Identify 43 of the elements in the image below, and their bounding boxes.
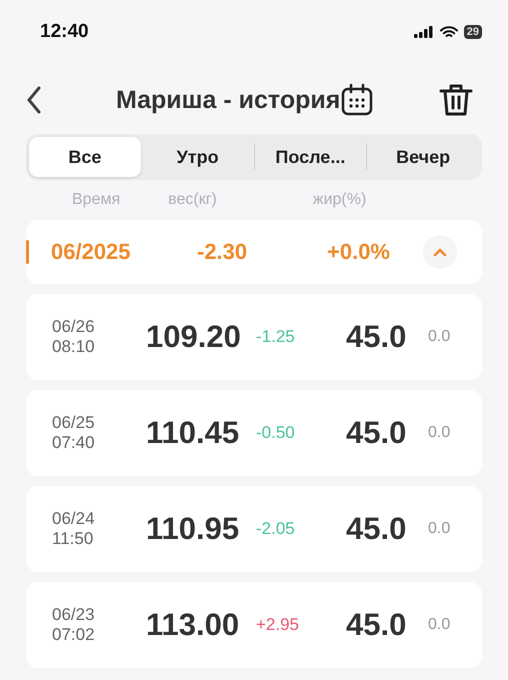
trash-icon[interactable]: [438, 82, 474, 118]
entry-date: 06/25: [52, 413, 96, 433]
fat-delta: 0.0: [428, 616, 450, 634]
fat-delta: 0.0: [428, 424, 450, 442]
entry-card[interactable]: 06/23 07:02 113.00 +2.95 45.0 0.0: [26, 582, 482, 668]
month-fat-change: +0.0%: [327, 239, 391, 265]
entry-card[interactable]: 06/25 07:40 110.45 -0.50 45.0 0.0: [26, 390, 482, 476]
entry-fat: 45.0: [346, 511, 408, 547]
wifi-icon: [440, 26, 458, 38]
weight-delta: +2.95: [256, 615, 300, 635]
entry-time: 08:10: [52, 337, 96, 357]
month-label: 06/2025: [51, 239, 132, 265]
entry-fat: 45.0: [346, 415, 408, 451]
weight-delta: -1.25: [256, 327, 296, 347]
column-header: вес(кг): [168, 191, 217, 209]
entry-time: 07:02: [52, 625, 96, 645]
entry-date: 06/26: [52, 317, 96, 337]
column-header: жир(%): [312, 191, 366, 209]
entry-card[interactable]: 06/24 11:50 110.95 -2.05 45.0 0.0: [26, 486, 482, 572]
chevron-icon: [433, 248, 447, 256]
back-icon[interactable]: [26, 86, 42, 114]
filter-tab[interactable]: После...: [254, 137, 366, 177]
filter-tab[interactable]: Вечер: [367, 137, 479, 177]
entry-fat: 45.0: [346, 607, 408, 643]
signal-icon: [414, 26, 434, 38]
weight-delta: -0.50: [256, 423, 296, 443]
fat-delta: 0.0: [428, 328, 450, 346]
column-header: Время: [72, 191, 120, 209]
filter-tab[interactable]: Все: [29, 137, 141, 177]
filter-tab[interactable]: Утро: [142, 137, 254, 177]
entry-card[interactable]: 06/26 08:10 109.20 -1.25 45.0 0.0: [26, 294, 482, 380]
fat-delta: 0.0: [428, 520, 450, 538]
month-weight-change: -2.30: [197, 239, 248, 265]
calendar-icon[interactable]: [340, 83, 374, 117]
page-title: Мариша - история: [116, 86, 340, 114]
battery-indicator: 29: [464, 25, 482, 39]
entry-fat: 45.0: [346, 319, 408, 355]
weight-delta: -2.05: [256, 519, 296, 539]
entry-time: 07:40: [52, 433, 96, 453]
entry-time: 11:50: [52, 529, 94, 549]
status-time: 12:40: [40, 21, 89, 43]
entry-date: 06/23: [52, 605, 96, 625]
entry-date: 06/24: [52, 509, 96, 529]
